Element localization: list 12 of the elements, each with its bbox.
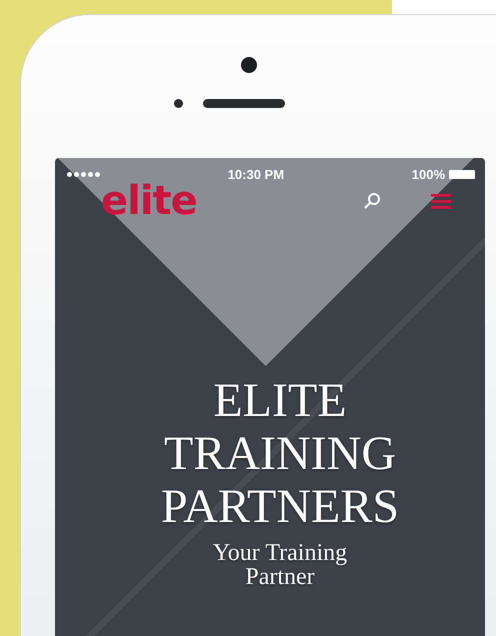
status-time: 10:30 PM <box>228 167 284 182</box>
sensor-icon <box>174 99 182 108</box>
battery-icon <box>449 170 475 179</box>
hero-subtitle: Your Training Partner <box>212 541 348 589</box>
camera-icon <box>241 57 257 73</box>
menu-icon[interactable] <box>431 193 451 209</box>
logo[interactable]: elite <box>101 178 197 224</box>
speaker-icon <box>202 99 284 108</box>
hero-title: ELITE TRAINING PARTNERS <box>160 374 400 533</box>
signal-icon <box>67 172 100 177</box>
search-icon[interactable] <box>363 192 381 210</box>
battery-percent: 100% <box>412 167 445 182</box>
